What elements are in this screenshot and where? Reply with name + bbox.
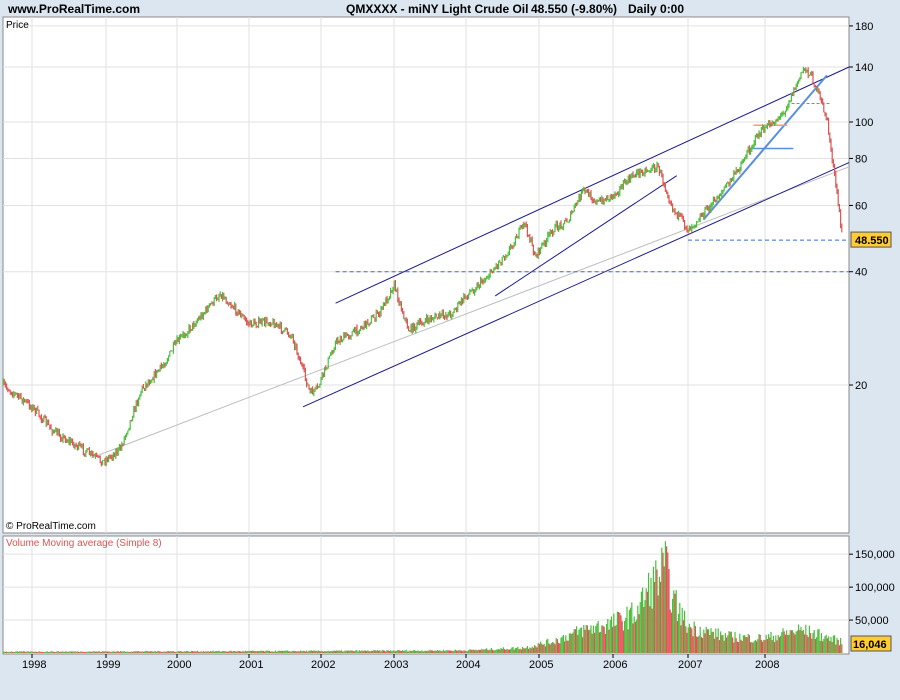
volume-panel-label: Volume Moving average (Simple 8) <box>6 538 162 549</box>
time-tick-label: 1999 <box>96 659 120 671</box>
last-volume-tag-label: 16,046 <box>853 639 887 651</box>
price-panel[interactable] <box>2 16 850 534</box>
price-tick-label: 60 <box>855 200 867 212</box>
price-axis: 20 40 60 80 100 140 180 <box>849 21 873 392</box>
price-tick-label: 100 <box>855 117 873 129</box>
volume-axis: 50,000 100,000 150,000 <box>849 549 895 627</box>
volume-tick-label: 150,000 <box>855 549 895 561</box>
time-tick-label: 1998 <box>22 659 46 671</box>
time-tick-label: 2004 <box>456 659 480 671</box>
last-price-tag-label: 48.550 <box>855 235 889 247</box>
last-volume-tag: 16,046 <box>850 635 892 652</box>
volume-tick-label: 100,000 <box>855 582 895 594</box>
time-tick-label: 2008 <box>755 659 779 671</box>
time-tick-label: 2002 <box>311 659 335 671</box>
price-tick-label: 40 <box>855 267 867 279</box>
price-tick-label: 140 <box>855 62 873 74</box>
price-panel-label: Price <box>6 20 29 31</box>
time-tick-label: 2001 <box>239 659 263 671</box>
volume-tick-label: 50,000 <box>855 615 889 627</box>
time-tick-label: 2007 <box>678 659 702 671</box>
time-tick-label: 2005 <box>529 659 553 671</box>
price-tick-label: 20 <box>855 380 867 392</box>
time-axis: 1998 1999 2000 2001 2002 2003 2004 2005 2006 2007… <box>22 654 779 671</box>
price-tick-label: 80 <box>855 153 867 165</box>
copyright-label: © ProRealTime.com <box>6 521 96 532</box>
chart-canvas[interactable]: 20 40 60 80 100 140 180 Price © ProRealTime.co… <box>0 0 900 700</box>
price-tick-label: 180 <box>855 21 873 33</box>
time-tick-label: 2006 <box>603 659 627 671</box>
time-tick-label: 2000 <box>167 659 191 671</box>
time-tick-label: 2003 <box>384 659 408 671</box>
last-price-tag: 48.550 <box>850 231 892 248</box>
